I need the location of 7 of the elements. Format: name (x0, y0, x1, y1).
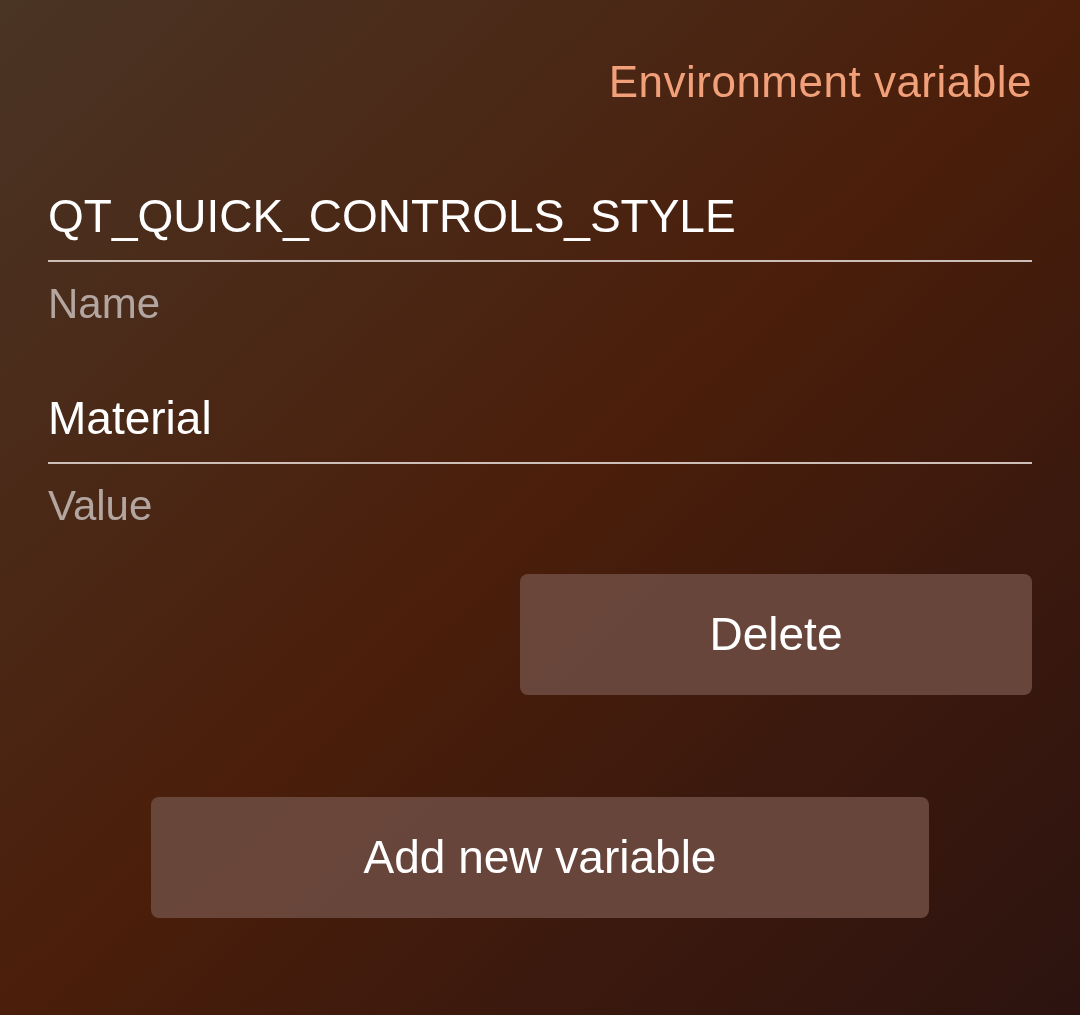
field-label: Name (48, 279, 161, 329)
add-variable-button[interactable]: Add new variable (151, 797, 929, 918)
section-title: Environment variable (608, 56, 1032, 108)
text-field[interactable]: Material (48, 382, 1032, 464)
text-field[interactable]: QT_QUICK_CONTROLS_STYLE (48, 180, 1032, 262)
delete-button[interactable]: Delete (520, 574, 1032, 695)
field-label: Value (48, 481, 153, 531)
